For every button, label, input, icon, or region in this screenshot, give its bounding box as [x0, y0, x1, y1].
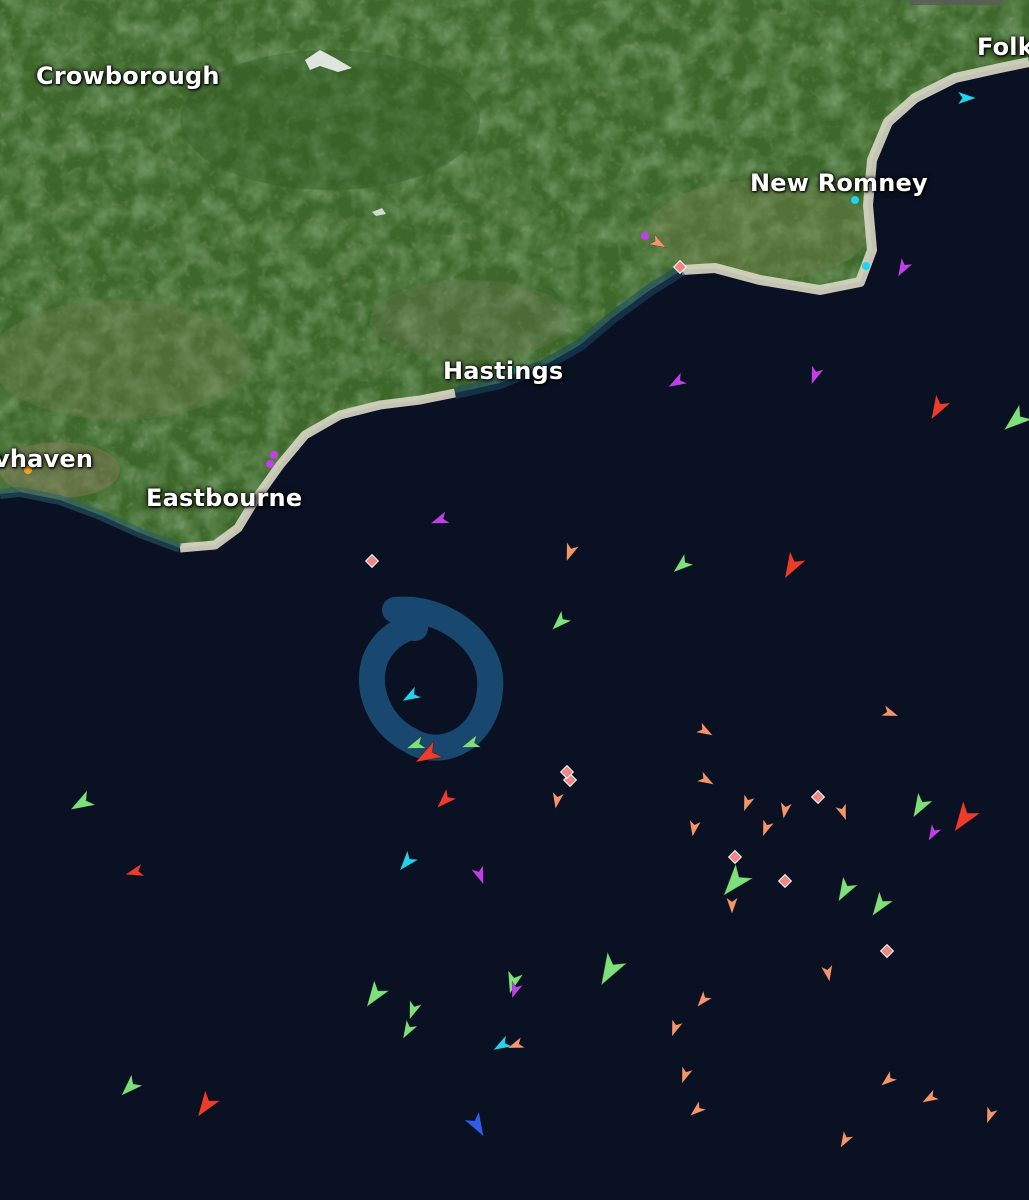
- vessel-marker[interactable]: [429, 510, 451, 529]
- vessel-marker[interactable]: [561, 541, 580, 563]
- vessel-marker[interactable]: [880, 704, 900, 721]
- vessel-marker[interactable]: [460, 734, 482, 753]
- vessel-marker[interactable]: [906, 791, 934, 821]
- vessel-marker[interactable]: [806, 364, 825, 386]
- vessel-marker[interactable]: [820, 964, 835, 983]
- vessel-marker[interactable]: [924, 823, 943, 843]
- vessel-marker[interactable]: [982, 1105, 999, 1125]
- vessel-marker[interactable]: [124, 863, 146, 881]
- vessel-marker[interactable]: [399, 685, 423, 706]
- vessel-marker[interactable]: [398, 1018, 419, 1042]
- vessel-marker[interactable]: [404, 999, 423, 1021]
- vessel-marker[interactable]: [490, 1034, 514, 1055]
- vessel-marker[interactable]: [893, 256, 914, 280]
- vessel-marker[interactable]: [920, 1088, 940, 1108]
- top-handle: [909, 0, 1003, 5]
- port-marker[interactable]: [266, 460, 274, 468]
- vessel-marker[interactable]: [696, 770, 716, 790]
- vessel-marker[interactable]: [836, 1130, 855, 1150]
- vessel-marker[interactable]: [924, 393, 952, 423]
- vessel-marker[interactable]: [866, 890, 895, 920]
- vessel-marker[interactable]: [687, 819, 702, 838]
- anchored-vessel-marker[interactable]: [810, 789, 826, 805]
- vessel-marker[interactable]: [687, 1100, 707, 1120]
- vessel-marker[interactable]: [359, 978, 391, 1012]
- vessel-marker[interactable]: [550, 791, 565, 810]
- map-view[interactable]: Crowborough vhaven Eastbourne Hastings N…: [0, 0, 1029, 1200]
- vessel-marker[interactable]: [831, 875, 859, 905]
- vessel-marker[interactable]: [648, 233, 668, 253]
- vessel-marker[interactable]: [998, 403, 1029, 437]
- port-marker[interactable]: [270, 451, 278, 459]
- vessel-marker[interactable]: [470, 864, 489, 886]
- vessel-marker[interactable]: [432, 787, 458, 813]
- vessel-marker[interactable]: [669, 552, 695, 578]
- vessel-marker[interactable]: [758, 818, 775, 838]
- port-marker[interactable]: [641, 232, 649, 240]
- vessel-marker[interactable]: [946, 799, 982, 838]
- anchored-vessel-marker[interactable]: [364, 553, 380, 569]
- vessel-marker[interactable]: [395, 849, 420, 875]
- vessel-marker[interactable]: [739, 793, 756, 813]
- anchored-vessel-marker[interactable]: [672, 259, 688, 275]
- port-marker[interactable]: [851, 196, 859, 204]
- vessel-marker[interactable]: [778, 801, 793, 820]
- vessel-marker[interactable]: [693, 990, 713, 1010]
- vessel-marker[interactable]: [592, 950, 629, 991]
- port-marker[interactable]: [24, 466, 32, 474]
- anchored-vessel-marker[interactable]: [879, 943, 895, 959]
- vessel-marker[interactable]: [677, 1065, 694, 1085]
- vessel-marker[interactable]: [667, 1018, 684, 1038]
- port-marker[interactable]: [508, 367, 516, 375]
- vessel-marker[interactable]: [777, 550, 807, 583]
- vessel-marker[interactable]: [834, 802, 851, 822]
- port-marker[interactable]: [862, 262, 870, 270]
- vessel-marker[interactable]: [725, 897, 739, 915]
- anchored-vessel-marker[interactable]: [727, 849, 743, 865]
- anchored-vessel-marker[interactable]: [777, 873, 793, 889]
- vessel-marker[interactable]: [66, 789, 97, 817]
- vessel-marker[interactable]: [695, 721, 715, 741]
- vessel-marker[interactable]: [405, 735, 427, 754]
- vessel-marker[interactable]: [463, 1110, 491, 1140]
- vessel-marker[interactable]: [190, 1088, 222, 1122]
- vessel-marker[interactable]: [878, 1070, 898, 1090]
- vessel-layer: [24, 91, 1029, 1150]
- vessel-marker[interactable]: [547, 609, 573, 635]
- vessel-marker[interactable]: [116, 1073, 144, 1101]
- vessel-marker[interactable]: [715, 862, 755, 903]
- vessel-marker[interactable]: [957, 91, 977, 105]
- vessel-marker[interactable]: [665, 371, 689, 392]
